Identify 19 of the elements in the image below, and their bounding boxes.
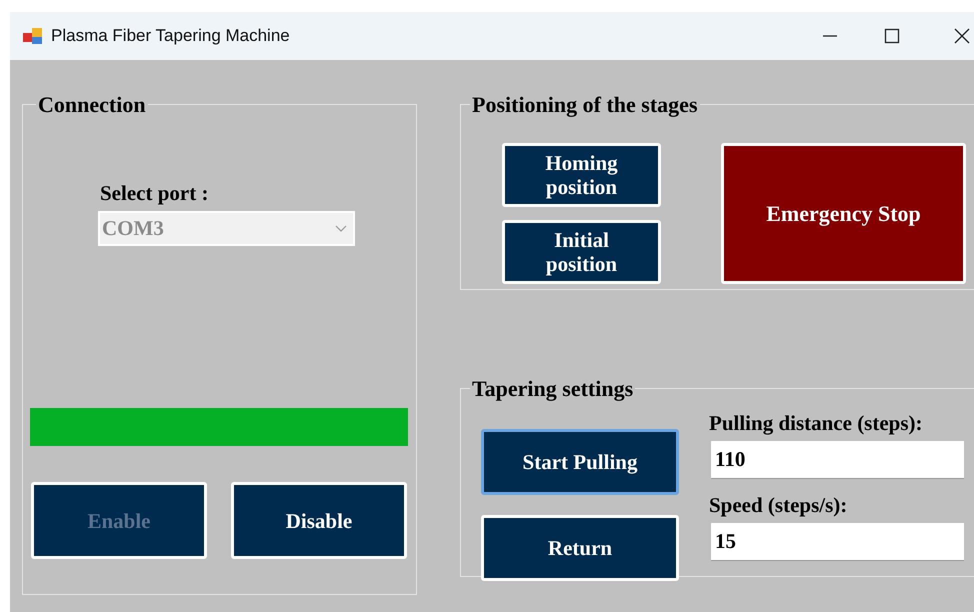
chevron-down-icon — [335, 224, 347, 232]
group-title: Connection — [37, 91, 147, 119]
action-button[interactable]: Return — [481, 515, 679, 581]
group-title: Positioning of the stages — [471, 91, 698, 119]
action-button[interactable]: Start Pulling — [481, 429, 679, 495]
close-icon[interactable] — [954, 28, 970, 44]
field-label: Pulling distance (steps): — [709, 411, 924, 435]
window-title: Plasma Fiber Tapering Machine — [51, 25, 290, 48]
number-field[interactable]: 110 — [711, 441, 964, 479]
maximize-icon[interactable] — [884, 28, 900, 44]
action-button[interactable]: Disable — [231, 482, 407, 559]
number-field[interactable]: 15 — [711, 523, 964, 561]
group-title: Tapering settings — [471, 375, 634, 403]
port-label: Select port : — [100, 181, 208, 205]
field-label: Speed (steps/s): — [709, 493, 848, 517]
action-button[interactable]: Initial position — [502, 220, 661, 284]
emergency-stop-button[interactable]: Emergency Stop — [721, 143, 966, 284]
action-button[interactable]: Homing position — [502, 143, 661, 207]
app-icon — [23, 27, 43, 45]
